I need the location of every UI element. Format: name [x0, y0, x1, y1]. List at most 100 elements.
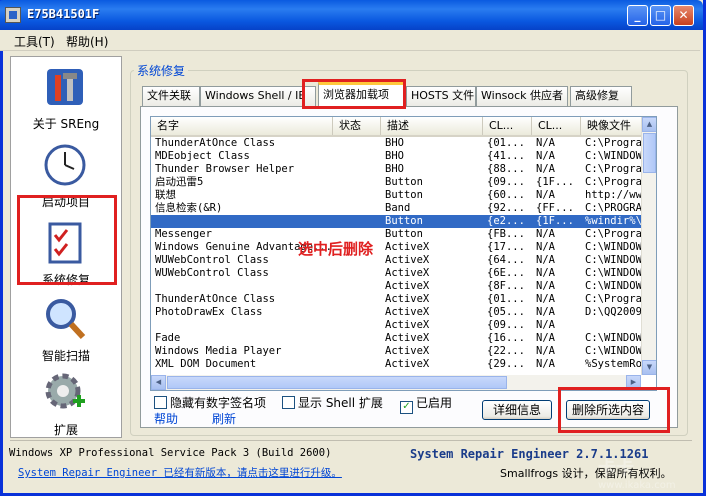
checkmark-icon[interactable]: ✓ — [400, 401, 413, 414]
tab-file-associations[interactable]: 文件关联 — [142, 86, 200, 106]
table-cell: N/A — [536, 241, 555, 253]
table-cell: C:\WINDOW — [585, 280, 642, 292]
checkbox-box[interactable] — [154, 396, 167, 409]
table-cell: N/A — [536, 137, 555, 149]
table-row[interactable]: WUWebControl Class ActiveX {6E... N/A C:\WIN… — [151, 267, 642, 280]
horizontal-scroll-thumb[interactable] — [167, 376, 507, 389]
table-cell: %windir%\ — [585, 215, 642, 227]
table-row[interactable]: MDEobject Class BHO {41... N/A C:\WINDOW — [151, 150, 642, 163]
table-cell: N/A — [536, 267, 555, 279]
column-header-description[interactable]: 描述 — [381, 117, 483, 135]
table-cell: {01... — [487, 293, 525, 305]
table-cell — [337, 267, 381, 280]
list-header: 名字 状态 描述 CL... CL... 映像文件 — [151, 117, 645, 137]
table-row-selected[interactable]: Button {e2... {1F... %windir%\ — [151, 215, 642, 228]
table-row[interactable]: WUWebControl Class ActiveX {64... N/A C:\WIN… — [151, 254, 642, 267]
table-cell: C:\WINDOW — [585, 241, 642, 253]
svg-text:卡卡: 卡卡 — [598, 457, 634, 479]
table-cell: N/A — [536, 163, 555, 175]
highlight-box-delete — [558, 387, 670, 433]
table-row[interactable]: ActiveX {8F... N/A C:\WINDOW — [151, 280, 642, 293]
table-cell: {1F... — [536, 176, 574, 188]
table-row[interactable]: XML DOM Document ActiveX {29... N/A %SystemR… — [151, 358, 642, 371]
table-cell: {01... — [487, 137, 525, 149]
table-cell: {60... — [487, 189, 525, 201]
table-cell: BHO — [385, 150, 404, 162]
close-button[interactable]: ✕ — [673, 5, 694, 26]
checkbox-label: 隐藏有数字签名项 — [170, 396, 267, 410]
vertical-scroll-thumb[interactable] — [643, 133, 656, 173]
sidebar-label-about: 关于 SREng — [32, 117, 100, 131]
checkbox-label: 已启用 — [416, 396, 453, 410]
tab-windows-shell-ie[interactable]: Windows Shell / IE — [200, 86, 316, 106]
table-cell: {29... — [487, 358, 525, 370]
menu-tools[interactable]: 工具(T) — [14, 33, 55, 50]
column-header-status[interactable]: 状态 — [333, 117, 381, 135]
table-row[interactable]: 联想 Button {60... N/A http://ww — [151, 189, 642, 202]
tab-advanced-repair[interactable]: 高级修复 — [570, 86, 632, 106]
table-row[interactable]: Windows Genuine Advantage... ActiveX {17..… — [151, 241, 642, 254]
svg-text:www.ikaka.com: www.ikaka.com — [598, 480, 676, 491]
update-link[interactable]: System Repair Engineer 已经有新版本，请点击这里进行升级。 — [18, 465, 342, 480]
table-cell: N/A — [536, 228, 555, 240]
table-cell: http://ww — [585, 189, 642, 201]
table-cell — [337, 189, 381, 202]
details-button[interactable]: 详细信息 — [482, 400, 552, 420]
sidebar-item-extensions[interactable]: 扩展 — [11, 367, 121, 443]
table-cell — [337, 215, 381, 228]
vertical-scrollbar[interactable]: ▲ ▼ — [641, 117, 656, 375]
column-header-clsid2[interactable]: CL... — [532, 117, 581, 135]
table-row[interactable]: PhotoDrawEx Class ActiveX {05... N/A D:\QQ20… — [151, 306, 642, 319]
refresh-link[interactable]: 刷新 — [212, 410, 236, 427]
table-row[interactable]: ActiveX {09... N/A — [151, 319, 641, 332]
table-row[interactable]: Fade ActiveX {16... N/A C:\WINDOW — [151, 332, 642, 345]
minimize-button[interactable]: _ — [627, 5, 648, 26]
scroll-left-icon[interactable]: ◀ — [151, 375, 166, 390]
highlight-box-sidebar — [17, 195, 117, 285]
table-cell: C:\Progra — [585, 137, 642, 149]
table-row[interactable]: Thunder Browser Helper BHO {88... N/A C:\Pro… — [151, 163, 642, 176]
table-cell: ActiveX — [385, 254, 430, 266]
checkbox-hide-signed[interactable]: 隐藏有数字签名项 — [154, 394, 266, 411]
table-cell: ActiveX — [385, 306, 430, 318]
table-row[interactable]: 启动迅雷5 Button {09... {1F... C:\Progra — [151, 176, 642, 189]
table-cell: {05... — [487, 306, 525, 318]
table-cell: {6E... — [487, 267, 525, 279]
table-cell — [155, 280, 333, 293]
highlight-box-tab — [302, 79, 406, 109]
menu-help[interactable]: 帮助(H) — [66, 33, 108, 50]
checkbox-show-shell-ext[interactable]: 显示 Shell 扩展 — [282, 394, 383, 411]
title-bar[interactable]: E75B41501F _ □ ✕ — [0, 0, 703, 30]
column-header-name[interactable]: 名字 — [151, 117, 333, 135]
table-cell: N/A — [536, 254, 555, 266]
scroll-down-icon[interactable]: ▼ — [642, 360, 656, 375]
tab-winsock-providers[interactable]: Winsock 供应者 — [476, 86, 568, 106]
addons-list[interactable]: 名字 状态 描述 CL... CL... 映像文件 ThunderAtOnce … — [150, 116, 657, 391]
tab-hosts-file[interactable]: HOSTS 文件 — [406, 86, 476, 106]
table-cell: N/A — [536, 150, 555, 162]
sidebar-item-smart-scan[interactable]: 智能扫描 — [11, 293, 121, 369]
maximize-button[interactable]: □ — [650, 5, 671, 26]
table-row[interactable]: ThunderAtOnce Class ActiveX {01... N/A C:\Pr… — [151, 293, 642, 306]
checkbox-enabled[interactable]: ✓ 已启用 — [400, 394, 452, 414]
sidebar-label-smart-scan: 智能扫描 — [41, 349, 90, 363]
magnifier-icon — [46, 299, 86, 340]
table-cell: C:\Progra — [585, 228, 642, 240]
help-link[interactable]: 帮助 — [154, 410, 178, 427]
table-cell: {88... — [487, 163, 525, 175]
table-cell: {09... — [487, 319, 525, 331]
table-cell: Button — [385, 215, 423, 227]
table-row[interactable]: Messenger Button {FB... N/A C:\Progra — [151, 228, 642, 241]
checkbox-box[interactable] — [282, 396, 295, 409]
table-row[interactable]: 信息检索(&R) Band {92... {FF... C:\PROGRA — [151, 202, 642, 215]
table-cell: C:\WINDOW — [585, 267, 642, 279]
sidebar-item-about[interactable]: 关于 SREng — [11, 61, 121, 137]
scroll-up-icon[interactable]: ▲ — [642, 117, 656, 132]
table-row[interactable]: Windows Media Player ActiveX {22... N/A C:\W… — [151, 345, 642, 358]
column-header-image-file[interactable]: 映像文件 — [581, 117, 645, 135]
table-cell: ThunderAtOnce Class — [155, 293, 276, 305]
column-header-clsid[interactable]: CL... — [483, 117, 532, 135]
gear-plus-icon — [45, 373, 85, 409]
table-cell: ActiveX — [385, 241, 430, 253]
table-row[interactable]: ThunderAtOnce Class BHO {01... N/A C:\Progra — [151, 137, 642, 150]
